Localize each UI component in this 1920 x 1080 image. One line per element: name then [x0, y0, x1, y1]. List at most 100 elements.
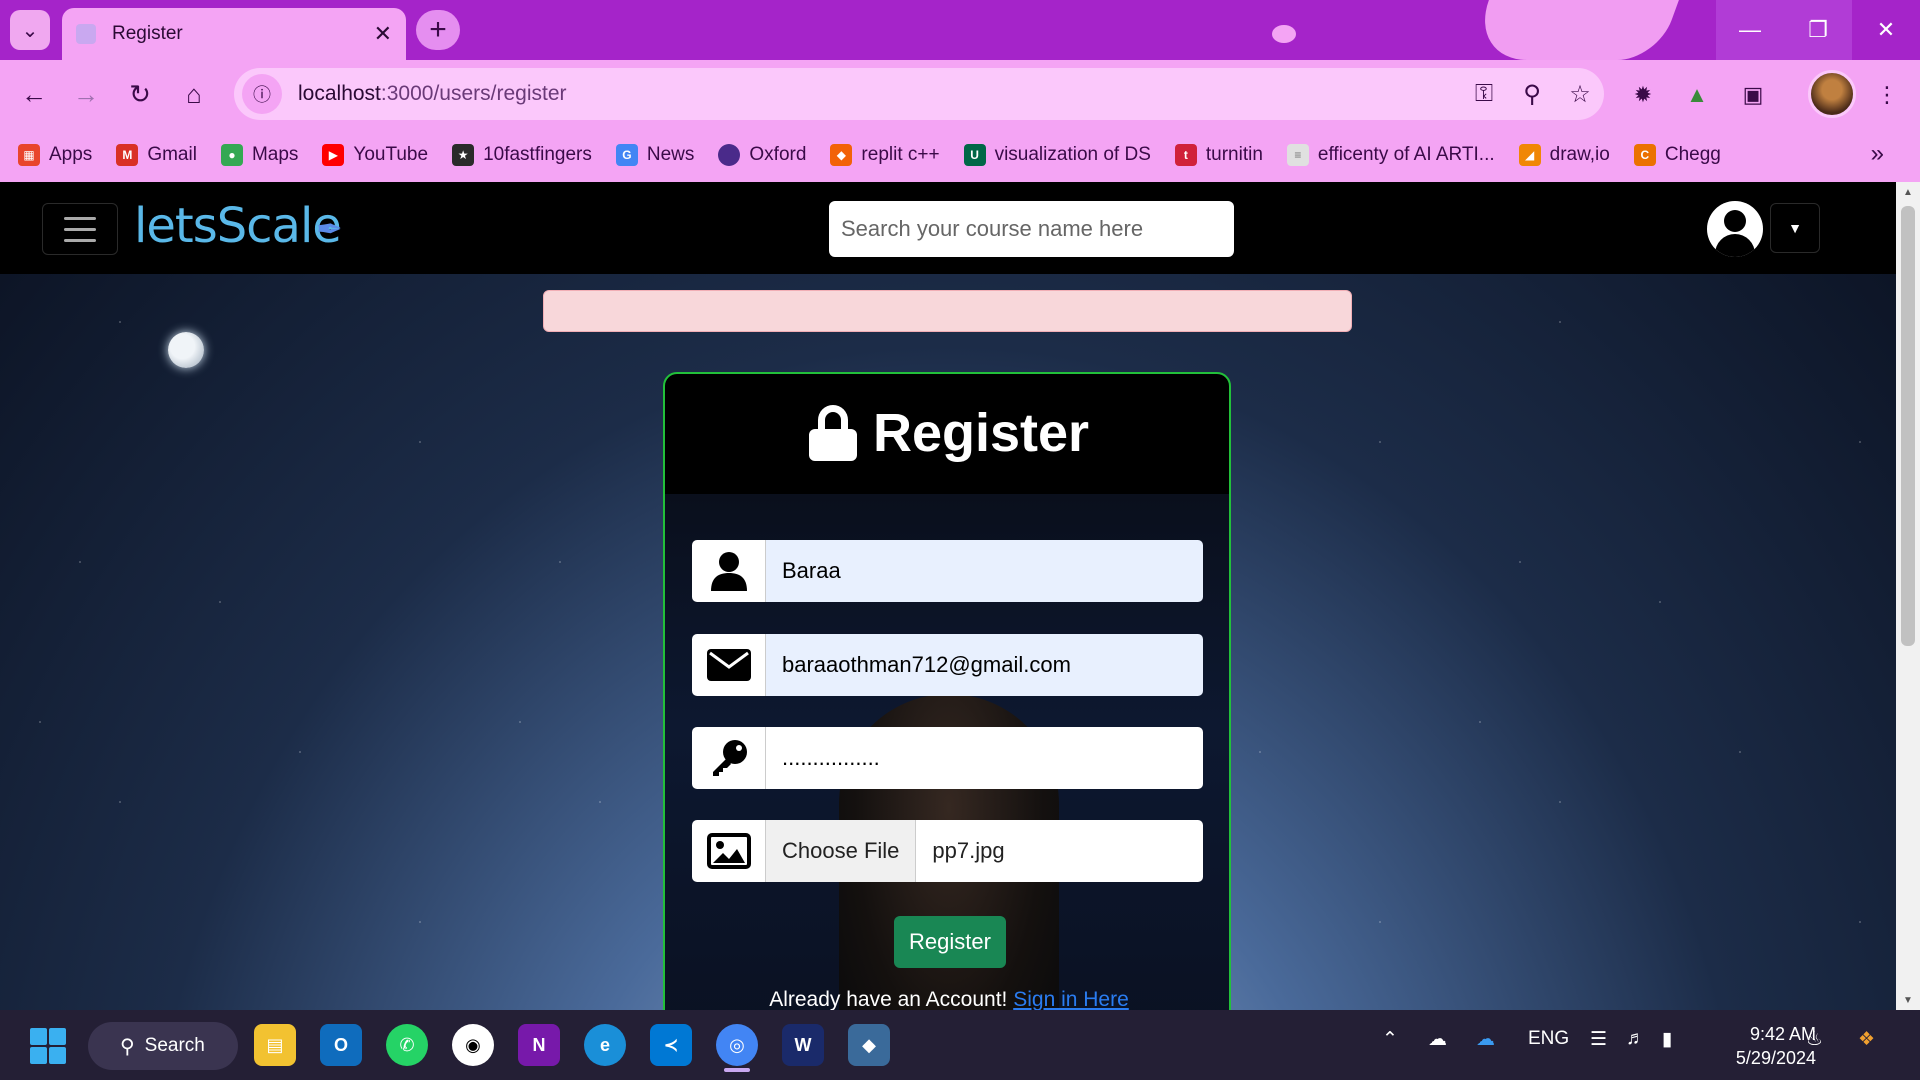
scrollbar-thumb[interactable]	[1901, 206, 1915, 646]
bookmark-apps[interactable]: ▦ Apps	[18, 144, 92, 166]
bookmark-efficenty[interactable]: ≡ efficenty of AI ARTI...	[1286, 144, 1495, 166]
volume-icon[interactable]: ♬	[1626, 1028, 1645, 1050]
url-text[interactable]: localhost:3000/users/register	[298, 82, 1460, 106]
tab-favicon-icon	[76, 24, 96, 44]
scroll-up-arrow-icon[interactable]: ▲	[1896, 182, 1920, 202]
zoom-icon[interactable]: ⚲	[1508, 80, 1556, 109]
bookmark-gmail[interactable]: M Gmail	[116, 144, 197, 166]
copilot-icon[interactable]: ❖	[1858, 1028, 1875, 1051]
system-clock[interactable]: 9:42 AM 5/29/2024	[1706, 1022, 1816, 1070]
name-input[interactable]	[766, 540, 1203, 602]
page-scrollbar[interactable]: ▲ ▼	[1896, 182, 1920, 1010]
signin-link[interactable]: Sign in Here	[1013, 988, 1129, 1010]
selected-file-name: pp7.jpg	[932, 838, 1005, 863]
search-icon: ⚲	[120, 1035, 135, 1058]
password-input[interactable]	[766, 727, 1203, 789]
bookmark-replit[interactable]: ◆ replit c++	[830, 144, 940, 166]
vscode-icon[interactable]: ≺	[650, 1024, 692, 1066]
brand-logo[interactable]: letsScale	[134, 198, 342, 254]
edge-icon[interactable]: e	[584, 1024, 626, 1066]
file-field: Choose File pp7.jpg	[692, 820, 1203, 882]
user-avatar-icon[interactable]	[1707, 201, 1763, 257]
extension-html-icon[interactable]: ▲	[1680, 78, 1714, 112]
windows-start-icon[interactable]	[30, 1028, 66, 1064]
turnitin-icon: t	[1174, 144, 1197, 166]
password-field	[692, 727, 1203, 789]
bookmarks-overflow-icon[interactable]: »	[1871, 140, 1884, 168]
notification-bell-icon[interactable]: ♨	[1806, 1028, 1823, 1051]
moon-image	[168, 332, 204, 368]
github-icon[interactable]: ◉	[452, 1024, 494, 1066]
bookmark-chegg[interactable]: C Chegg	[1633, 144, 1721, 166]
app-icon[interactable]: ◆	[848, 1024, 890, 1066]
bookmark-label: efficenty of AI ARTI...	[1317, 144, 1495, 165]
choose-file-button[interactable]: Choose File	[766, 820, 917, 882]
back-button[interactable]: ←	[14, 74, 54, 114]
restore-button[interactable]: ❐	[1784, 0, 1852, 60]
battery-icon[interactable]: ▮	[1662, 1028, 1672, 1051]
taskbar-search-label: Search	[144, 1035, 205, 1056]
bookmark-label: replit c++	[861, 144, 940, 165]
bookmark-maps[interactable]: ● Maps	[220, 144, 298, 166]
new-tab-button[interactable]: +	[416, 10, 460, 50]
register-button[interactable]: Register	[894, 916, 1006, 968]
bookmark-star-icon[interactable]: ☆	[1556, 80, 1604, 109]
browser-tab[interactable]: Register ✕	[62, 8, 406, 60]
file-explorer-icon[interactable]: ▤	[254, 1024, 296, 1066]
course-search-input[interactable]	[829, 201, 1234, 257]
reload-button[interactable]: ↻	[120, 74, 160, 114]
envelope-icon	[692, 634, 766, 696]
apps-grid-icon: ▦	[18, 144, 40, 166]
file-input[interactable]: Choose File pp7.jpg	[766, 820, 1203, 882]
extension-bug-icon[interactable]: ✹	[1626, 78, 1660, 112]
whatsapp-icon[interactable]: ✆	[386, 1024, 428, 1066]
bookmark-news[interactable]: G News	[615, 144, 694, 166]
onedrive-icon[interactable]: ☁	[1476, 1028, 1495, 1051]
theme-decoration	[1272, 25, 1296, 43]
email-field	[692, 634, 1203, 696]
bookmark-visualization[interactable]: Uvisualization of DS	[963, 144, 1151, 166]
user-dropdown-button[interactable]: ▼	[1770, 203, 1820, 253]
browser-menu-icon[interactable]: ⋮	[1870, 78, 1904, 112]
chrome-icon[interactable]: ◎	[716, 1024, 758, 1066]
wifi-icon[interactable]: ☰	[1590, 1028, 1607, 1051]
10fastfingers-icon: ★	[452, 144, 475, 166]
minimize-button[interactable]: —	[1716, 0, 1784, 60]
signin-text: Already have an Account!	[769, 988, 1008, 1010]
bookmark-youtube[interactable]: ▶ YouTube	[322, 144, 428, 166]
active-app-indicator	[724, 1068, 750, 1072]
tab-title: Register	[112, 23, 183, 44]
webex-icon[interactable]: W	[782, 1024, 824, 1066]
forward-button[interactable]: →	[66, 74, 106, 114]
email-input[interactable]	[766, 634, 1203, 696]
language-indicator[interactable]: ENG	[1528, 1028, 1569, 1050]
tab-search-button[interactable]: ⌄	[10, 10, 50, 50]
extensions-puzzle-icon[interactable]: ▣	[1736, 78, 1770, 112]
address-bar[interactable]: ⓘ localhost:3000/users/register ⚿ ⚲ ☆	[234, 68, 1604, 120]
bookmark-label: Apps	[49, 144, 93, 165]
tray-overflow-icon[interactable]: ⌃	[1382, 1028, 1398, 1051]
home-button[interactable]: ⌂	[174, 74, 214, 114]
clock-time: 9:42 AM	[1749, 1024, 1816, 1044]
bookmark-oxford[interactable]: Oxford	[718, 144, 806, 166]
oxford-icon	[718, 144, 741, 166]
close-window-button[interactable]: ✕	[1852, 0, 1920, 60]
hamburger-menu-button[interactable]	[42, 203, 118, 255]
browser-toolbar: ← → ↻ ⌂ ⓘ localhost:3000/users/register …	[0, 60, 1920, 128]
tab-close-icon[interactable]: ✕	[374, 21, 392, 47]
outlook-icon[interactable]: O	[320, 1024, 362, 1066]
bookmark-label: Gmail	[147, 144, 197, 165]
bookmark-turnitin[interactable]: t turnitin	[1174, 144, 1263, 166]
bookmark-10fastfingers[interactable]: ★ 10fastfingers	[452, 144, 592, 166]
url-path: :3000/users/register	[380, 82, 567, 105]
window-controls: — ❐ ✕	[1716, 0, 1920, 60]
onenote-icon[interactable]: N	[518, 1024, 560, 1066]
register-card: Register Choose File	[663, 372, 1231, 1010]
password-key-icon[interactable]: ⚿	[1460, 80, 1508, 108]
site-info-icon[interactable]: ⓘ	[242, 74, 282, 114]
cloud-icon[interactable]: ☁	[1428, 1028, 1447, 1051]
taskbar-search[interactable]: ⚲ Search	[88, 1022, 238, 1070]
scroll-down-arrow-icon[interactable]: ▼	[1896, 990, 1920, 1010]
bookmark-drawio[interactable]: ◢ draw,io	[1518, 144, 1610, 166]
profile-avatar[interactable]	[1808, 70, 1856, 118]
